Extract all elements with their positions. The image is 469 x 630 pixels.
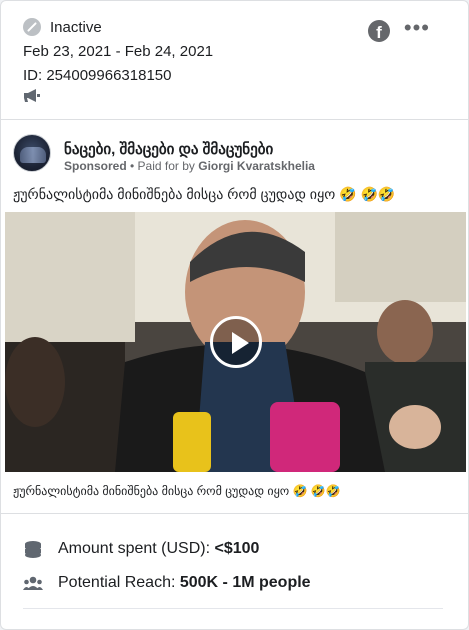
ad-preview-header: ნაცები, შმაცები და შმაცუნები Sponsored •… bbox=[1, 120, 468, 178]
inactive-icon bbox=[23, 18, 41, 36]
divider bbox=[1, 513, 468, 514]
sponsored-label: Sponsored bbox=[64, 159, 127, 173]
ad-stats: Amount spent (USD): <$100 Potential Reac… bbox=[1, 538, 468, 606]
potential-reach-row: Potential Reach: 500K - 1M people bbox=[1, 572, 468, 606]
ad-body-text: ჟურნალისტიმა მინიშნება მისცა რომ ცუდად ი… bbox=[13, 186, 396, 202]
video-caption: ჟურნალისტიმა მინიშნება მისცა რომ ცუდად ი… bbox=[13, 484, 341, 498]
money-stack-icon bbox=[25, 541, 41, 558]
amount-spent-row: Amount spent (USD): <$100 bbox=[1, 538, 468, 572]
amount-spent-value: <$100 bbox=[214, 540, 260, 557]
status-label: Inactive bbox=[50, 18, 102, 36]
sponsored-line: Sponsored • Paid for by Giorgi Kvaratskh… bbox=[64, 159, 315, 173]
amount-spent-text: Amount spent (USD): bbox=[58, 540, 215, 557]
more-options-icon[interactable]: ••• bbox=[404, 17, 430, 39]
video-thumbnail[interactable] bbox=[5, 212, 466, 472]
facebook-icon[interactable]: f bbox=[368, 20, 390, 42]
paid-for-by: Giorgi Kvaratskhelia bbox=[198, 159, 315, 173]
potential-reach-value: 500K - 1M people bbox=[179, 574, 311, 591]
ad-card-header: Inactive Feb 23, 2021 - Feb 24, 2021 ID:… bbox=[1, 1, 468, 118]
play-icon[interactable] bbox=[210, 316, 262, 368]
status-row: Inactive bbox=[23, 18, 102, 36]
library-id: ID: 254009966318150 bbox=[23, 67, 172, 84]
potential-reach-label: Potential Reach: 500K - 1M people bbox=[58, 574, 311, 592]
page-name[interactable]: ნაცები, შმაცები და შმაცუნები bbox=[64, 140, 273, 158]
potential-reach-text: Potential Reach: bbox=[58, 574, 180, 591]
paid-for-prefix: • Paid for by bbox=[126, 159, 199, 173]
page-avatar[interactable] bbox=[13, 134, 51, 172]
ad-preview: ნაცები, შმაცები და შმაცუნები Sponsored •… bbox=[1, 119, 468, 609]
people-icon bbox=[23, 576, 43, 590]
bottom-divider bbox=[23, 608, 443, 609]
megaphone-icon bbox=[24, 89, 40, 102]
run-dates: Feb 23, 2021 - Feb 24, 2021 bbox=[23, 43, 214, 60]
amount-spent-label: Amount spent (USD): <$100 bbox=[58, 540, 259, 558]
ad-card: Inactive Feb 23, 2021 - Feb 24, 2021 ID:… bbox=[0, 0, 469, 630]
